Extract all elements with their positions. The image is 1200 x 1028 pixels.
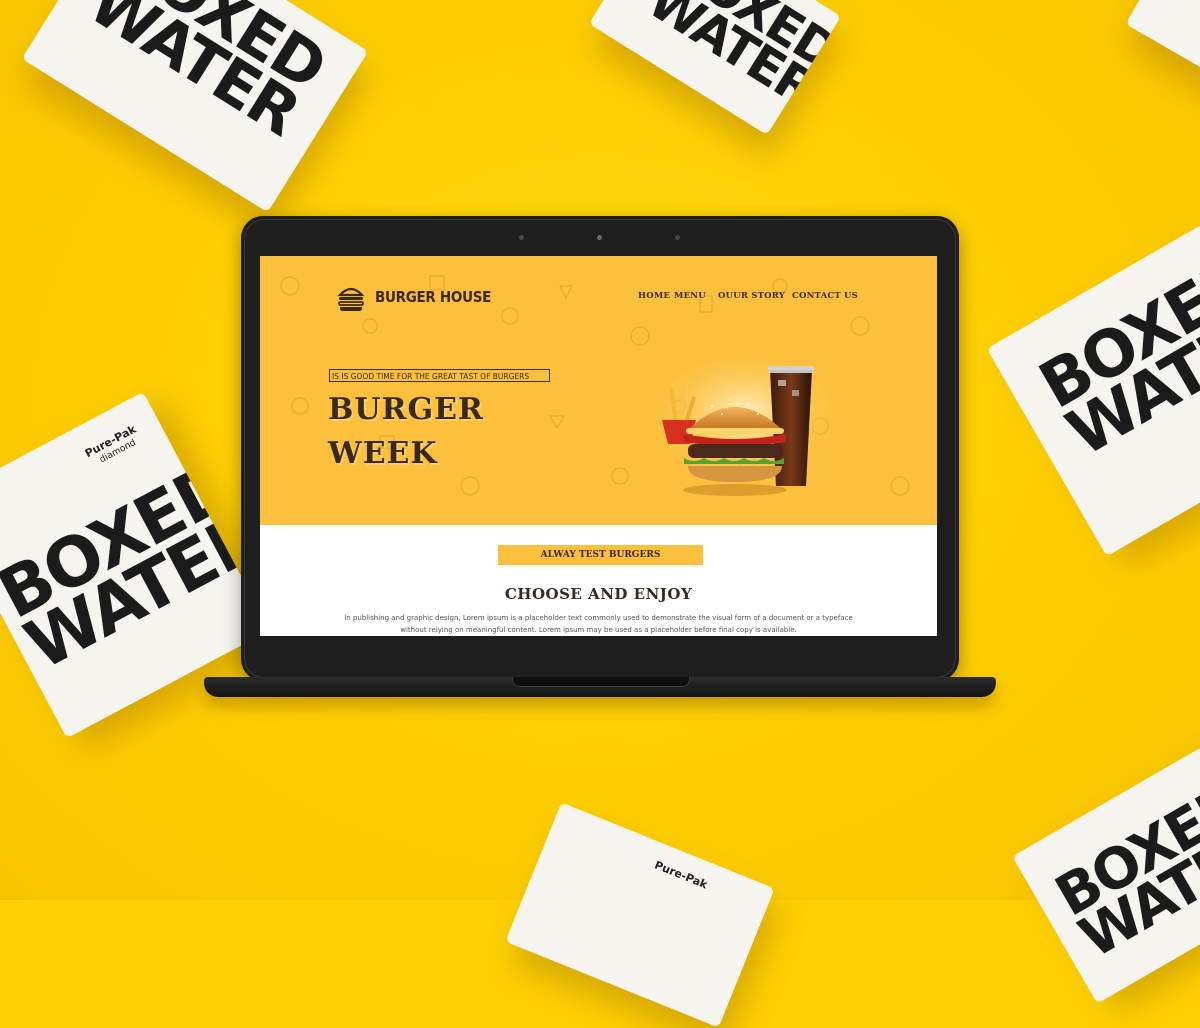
burger-logo-icon <box>337 287 365 311</box>
hero-section: BURGER HOUSE HOME MENU OUUR STORY CONTAC… <box>260 256 937 525</box>
carton-maker-label: Pure-Pak <box>652 858 710 892</box>
logo-text: BURGER HOUSE <box>375 288 492 306</box>
laptop-screen: BURGER HOUSE HOME MENU OUUR STORY CONTAC… <box>260 256 937 636</box>
laptop-notch <box>512 677 690 687</box>
section-heading: CHOOSE AND ENJOY <box>504 585 693 603</box>
webcam <box>597 235 602 240</box>
carton-brand-text: BOXED WATER <box>76 0 339 150</box>
section-paragraph: In publishing and graphic design, Lorem … <box>344 614 853 634</box>
hero-title-line1: BURGER <box>328 392 484 427</box>
nav-home[interactable]: HOME <box>638 291 670 301</box>
nav-contact-us[interactable]: CONTACT US <box>792 291 858 301</box>
hero-tagline: IS IS GOOD TIME FOR THE GREAT TAST OF BU… <box>329 369 550 382</box>
hero-title-line2: WEEK <box>328 436 438 471</box>
laptop-base <box>204 677 996 697</box>
camera-dot <box>519 235 524 240</box>
nav-menu[interactable]: MENU <box>674 291 706 301</box>
nav-our-story[interactable]: OUUR STORY <box>718 291 785 301</box>
camera-dot <box>675 235 680 240</box>
burger-meal-image <box>655 360 835 496</box>
promo-badge: ALWAY TEST BURGERS <box>498 545 703 565</box>
site-logo[interactable]: BURGER HOUSE <box>336 282 491 312</box>
